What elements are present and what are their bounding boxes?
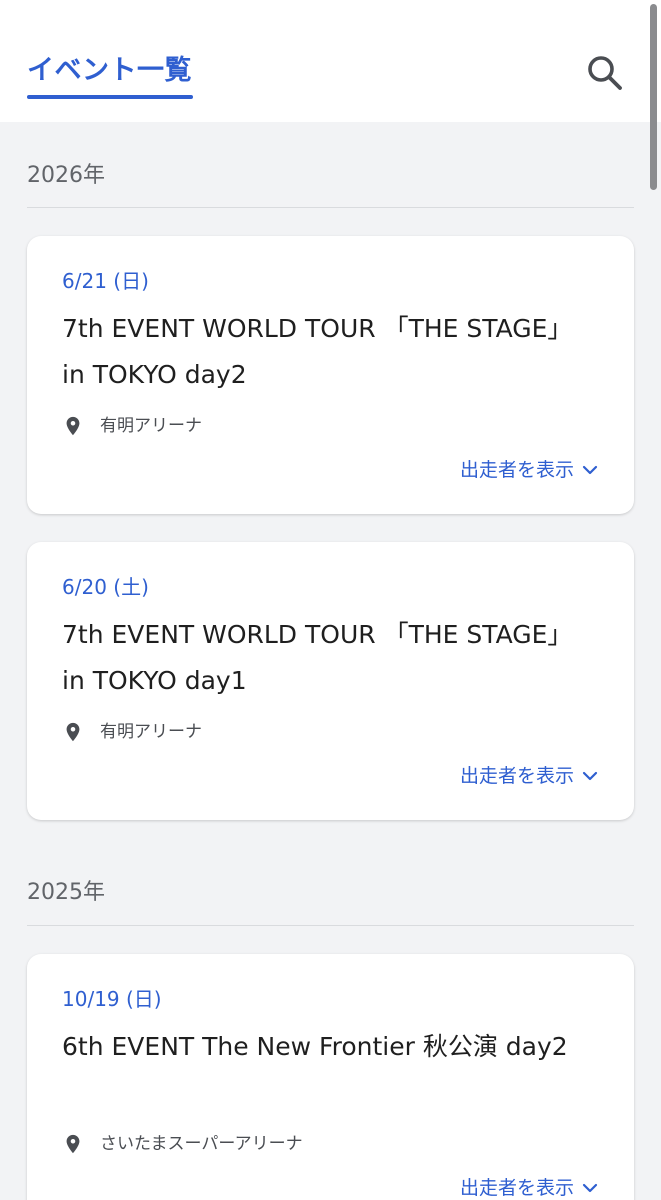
- show-runners-label: 出走者を表示: [459, 1177, 574, 1199]
- location-pin-icon: [66, 722, 80, 742]
- scrollbar-thumb[interactable]: [650, 4, 657, 190]
- show-runners-button[interactable]: 出走者を表示: [460, 457, 600, 483]
- location-pin-icon: [66, 416, 80, 436]
- event-title: 7th EVENT WORLD TOUR 「THE STAGE」 in TOKY…: [62, 314, 573, 389]
- location-pin-icon: [66, 1134, 80, 1154]
- search-icon: [588, 56, 622, 90]
- year-divider: [27, 207, 634, 208]
- year-divider: [27, 925, 634, 926]
- event-venue: 有明アリーナ: [62, 415, 202, 437]
- search-button[interactable]: [584, 52, 626, 94]
- chevron-down-icon: [582, 1183, 598, 1193]
- tab-event-list[interactable]: イベント一覧: [27, 54, 192, 88]
- event-date: 10/19 (日): [62, 987, 162, 1011]
- venue-name: さいたまスーパーアリーナ: [100, 1134, 303, 1154]
- chevron-down-icon: [582, 771, 598, 781]
- event-date: 6/20 (土): [62, 575, 149, 599]
- event-title: 6th EVENT The New Frontier 秋公演 day2: [62, 1032, 568, 1061]
- event-list-page: イベント一覧 2026年 6/21 (日) 7th EVENT WORLD TO…: [0, 0, 661, 1200]
- event-card[interactable]: 6/20 (土) 7th EVENT WORLD TOUR 「THE STAGE…: [27, 542, 634, 820]
- event-card[interactable]: 10/19 (日) 6th EVENT The New Frontier 秋公演…: [27, 954, 634, 1200]
- show-runners-label: 出走者を表示: [459, 459, 574, 481]
- chevron-down-icon: [582, 465, 598, 475]
- year-heading: 2025年: [27, 880, 105, 905]
- event-date: 6/21 (日): [62, 269, 149, 293]
- header: イベント一覧: [0, 0, 661, 122]
- show-runners-button[interactable]: 出走者を表示: [460, 1175, 600, 1200]
- event-title: 7th EVENT WORLD TOUR 「THE STAGE」 in TOKY…: [62, 620, 573, 695]
- show-runners-button[interactable]: 出走者を表示: [460, 763, 600, 789]
- year-heading: 2026年: [27, 163, 105, 188]
- event-venue: 有明アリーナ: [62, 721, 202, 743]
- show-runners-label: 出走者を表示: [459, 765, 574, 787]
- event-venue: さいたまスーパーアリーナ: [62, 1133, 303, 1155]
- tab-active-indicator: [27, 95, 193, 99]
- venue-name: 有明アリーナ: [100, 416, 202, 436]
- event-card[interactable]: 6/21 (日) 7th EVENT WORLD TOUR 「THE STAGE…: [27, 236, 634, 514]
- venue-name: 有明アリーナ: [100, 722, 202, 742]
